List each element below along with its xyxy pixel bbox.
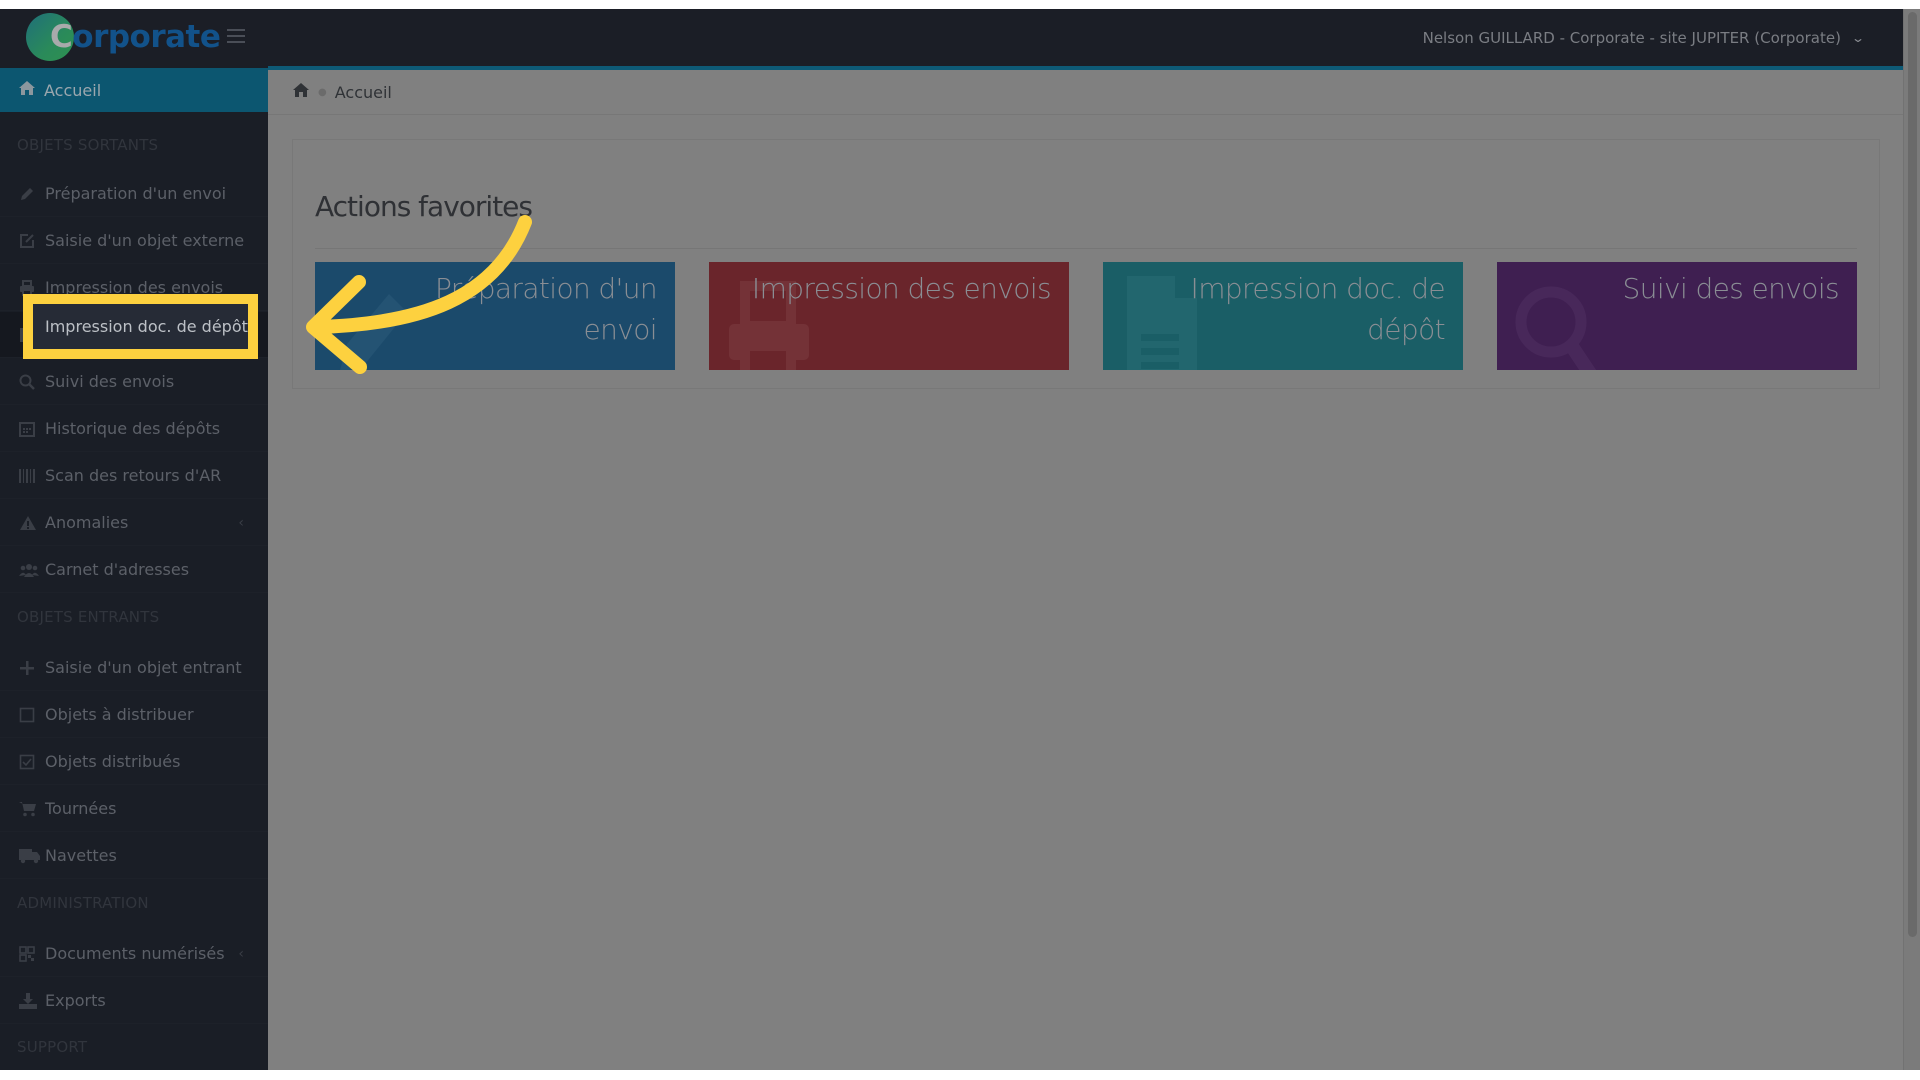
favorites-panel: Actions favorites Préparation d'un envoi… [292, 139, 1880, 389]
home-icon[interactable] [292, 82, 310, 102]
breadcrumb-current: Accueil [334, 82, 392, 102]
sidebar-item-label: Suivi des envois [45, 372, 175, 391]
tile-label: Suivi des envois [1622, 272, 1840, 305]
sidebar-item-documents-numerises[interactable]: Documents numérisés ‹ [0, 931, 268, 977]
favorite-tile-preparation-envoi[interactable]: Préparation d'un envoi [315, 262, 675, 370]
sidebar-item-navettes[interactable]: Navettes [0, 833, 268, 879]
sidebar-item-label: Objets à distribuer [45, 705, 194, 724]
app-logo[interactable]: Corporate [26, 13, 221, 61]
panel-title: Actions favorites [315, 190, 533, 223]
sidebar-item-label: Historique des dépôts [45, 419, 221, 438]
sidebar-item-label: Préparation d'un envoi [45, 184, 227, 203]
vertical-scrollbar[interactable] [1903, 9, 1920, 1070]
truck-icon [19, 848, 45, 864]
divider [315, 248, 1857, 249]
calendar-icon [19, 421, 45, 437]
highlighted-item-label: Impression doc. de dépôt [45, 317, 248, 336]
pencil-icon [19, 186, 45, 202]
chevron-left-icon: ‹ [238, 514, 244, 531]
user-menu-label: Nelson GUILLARD - Corporate - site JUPIT… [1422, 28, 1841, 47]
sidebar-item-objets-a-distribuer[interactable]: Objets à distribuer [0, 692, 268, 738]
tile-label: Impression des envois [751, 272, 1052, 305]
sidebar-item-saisie-objet-externe[interactable]: Saisie d'un objet externe [0, 218, 268, 264]
sidebar-item-label: Scan des retours d'AR [45, 466, 222, 485]
sidebar-item-label: Exports [45, 991, 106, 1010]
sidebar-item-label: Saisie d'un objet entrant [45, 658, 242, 677]
sidebar-item-label: Saisie d'un objet externe [45, 231, 245, 250]
sidebar-item-anomalies[interactable]: Anomalies ‹ [0, 500, 268, 546]
sidebar-item-historique-depots[interactable]: Historique des dépôts [0, 406, 268, 452]
sidebar: Accueil OBJETS SORTANTS Préparation d'un… [0, 66, 268, 1070]
logo-text: Corporate [50, 19, 221, 55]
sidebar-item-objets-distribues[interactable]: Objets distribués [0, 739, 268, 785]
qrcode-icon [19, 945, 45, 962]
sidebar-item-accueil[interactable]: Accueil [0, 68, 268, 112]
sidebar-item-label: Documents numérisés [45, 944, 225, 963]
logo-rest: orporate [72, 19, 221, 55]
sidebar-item-label: Carnet d'adresses [45, 560, 190, 579]
favorite-tile-impression-envois[interactable]: Impression des envois [709, 262, 1069, 370]
breadcrumb: ● Accueil [268, 70, 1903, 115]
sidebar-section-support: SUPPORT [17, 1038, 88, 1056]
favorite-tile-impression-doc-depot[interactable]: Impression doc. de dépôt [1103, 262, 1463, 370]
warning-icon [19, 515, 45, 531]
highlight-annotation-box: Impression doc. de dépôt [23, 294, 258, 359]
users-icon [19, 563, 45, 577]
download-icon [19, 992, 45, 1009]
search-icon [1511, 274, 1611, 370]
scrollbar-thumb[interactable] [1908, 12, 1917, 937]
sidebar-item-label: Objets distribués [45, 752, 181, 771]
sidebar-section-objets-sortants: OBJETS SORTANTS [17, 136, 159, 154]
sidebar-section-administration: ADMINISTRATION [17, 894, 149, 912]
breadcrumb-separator: ● [318, 86, 327, 98]
sidebar-item-saisie-objet-entrant[interactable]: Saisie d'un objet entrant [0, 645, 268, 691]
top-header: Corporate Nelson GUILLARD - Corporate - … [0, 9, 1903, 66]
sidebar-item-label: Accueil [44, 80, 102, 100]
tile-label: Impression doc. de dépôt [1190, 272, 1446, 346]
checkbox-empty-icon [19, 707, 45, 723]
home-icon [18, 80, 40, 100]
cart-icon [19, 801, 45, 817]
sidebar-section-objets-entrants: OBJETS ENTRANTS [17, 608, 160, 626]
search-icon [19, 374, 45, 390]
sidebar-item-exports[interactable]: Exports [0, 978, 268, 1024]
sidebar-item-carnet-adresses[interactable]: Carnet d'adresses [0, 547, 268, 593]
sidebar-item-label: Anomalies [45, 513, 129, 532]
external-edit-icon [19, 233, 45, 249]
sidebar-item-scan-retours-ar[interactable]: Scan des retours d'AR [0, 453, 268, 499]
sidebar-item-preparation-envoi[interactable]: Préparation d'un envoi [0, 171, 268, 217]
favorite-tile-suivi-envois[interactable]: Suivi des envois [1497, 262, 1857, 370]
sidebar-item-label: Tournées [45, 799, 117, 818]
sidebar-item-suivi-envois[interactable]: Suivi des envois [0, 359, 268, 405]
app-window: Corporate Nelson GUILLARD - Corporate - … [0, 9, 1920, 1070]
user-menu[interactable]: Nelson GUILLARD - Corporate - site JUPIT… [1422, 9, 1866, 66]
sidebar-item-tournees[interactable]: Tournées [0, 786, 268, 832]
barcode-icon [19, 468, 45, 483]
plus-icon [19, 660, 45, 676]
sidebar-item-label: Navettes [45, 846, 117, 865]
logo-initial: C [50, 19, 73, 55]
chevron-left-icon: ‹ [238, 945, 244, 962]
checkbox-checked-icon [19, 754, 45, 770]
chevron-down-icon: ⌄ [1850, 30, 1866, 45]
sidebar-toggle-hamburger-icon[interactable] [227, 29, 245, 43]
tile-label: Préparation d'un envoi [434, 272, 658, 346]
